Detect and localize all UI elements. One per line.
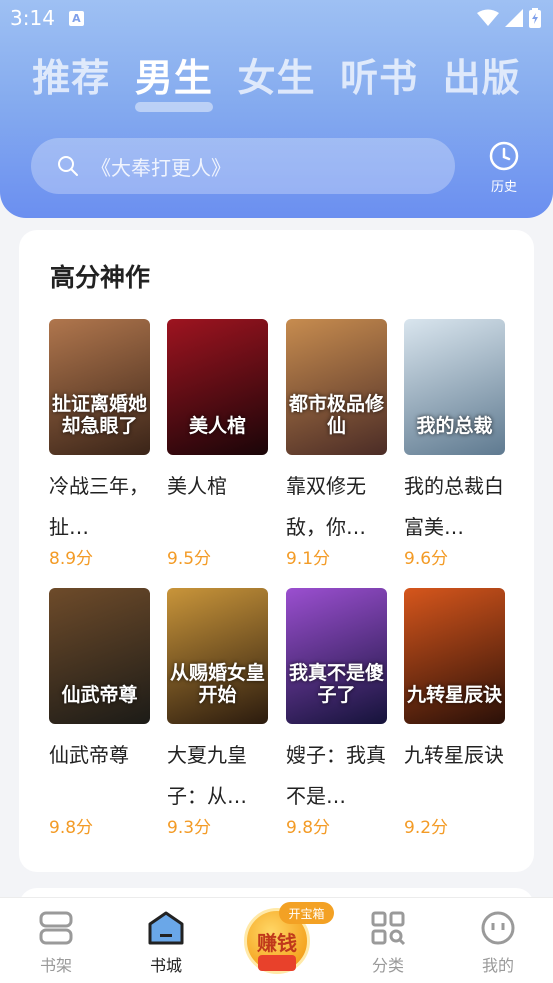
category-icon [371, 911, 406, 946]
book-cover[interactable]: 美人棺 [167, 319, 268, 455]
cover-title-art: 九转星辰诀 [406, 684, 502, 706]
book-title[interactable]: 美人棺 [167, 466, 268, 548]
tab-recommend[interactable]: 推荐 [32, 52, 110, 108]
history-label: 历史 [490, 180, 517, 195]
book-cover[interactable]: 我真不是傻子了 [286, 588, 387, 724]
tab-male[interactable]: 男生 [134, 52, 213, 112]
nav-category[interactable]: 分类 [348, 910, 428, 976]
treasure-badge[interactable]: 开宝箱 [279, 902, 334, 924]
book-item[interactable]: 我的总裁 我的总裁白富美… 9.6分 [404, 319, 505, 569]
active-tab-indicator [134, 102, 213, 112]
cover-title-art: 我真不是傻子了 [288, 662, 384, 706]
search-placeholder: 《大奉打更人》 [91, 155, 231, 180]
earn-label: 赚钱 [257, 930, 297, 955]
book-cover[interactable]: 扯证离婚她却急眼了 [49, 319, 150, 455]
cover-title-art: 美人棺 [188, 415, 246, 437]
book-cover[interactable]: 从赐婚女皇开始 [167, 588, 268, 724]
wifi-icon [477, 9, 499, 26]
app-notification-icon: A [68, 10, 84, 26]
status-time: 3:14 [10, 6, 55, 30]
book-cover[interactable]: 我的总裁 [404, 319, 505, 455]
nav-bookshelf[interactable]: 书架 [16, 910, 96, 976]
category-tabs: 推荐 男生 女生 听书 出版 [0, 52, 553, 112]
book-item[interactable]: 仙武帝尊 仙武帝尊 9.8分 [49, 588, 150, 838]
cover-title-art: 从赐婚女皇开始 [169, 662, 265, 706]
nav-bookstore[interactable]: 书城 [126, 910, 206, 976]
nav-label: 书架 [39, 956, 72, 975]
book-title[interactable]: 大夏九皇子：从… [167, 735, 268, 817]
book-title[interactable]: 嫂子：我真不是… [286, 735, 387, 817]
section-title: 高分神作 [50, 263, 151, 292]
book-cover[interactable]: 都市极品修仙 [286, 319, 387, 455]
high-score-section: 高分神作 扯证离婚她却急眼了 冷战三年，扯… 8.9分 美人棺 美人棺 9.5分 都市极品修… [19, 230, 534, 872]
battery-icon [529, 8, 541, 28]
book-item[interactable]: 都市极品修仙 靠双修无敌，你… 9.1分 [286, 319, 387, 569]
cover-title-art: 扯证离婚她却急眼了 [51, 393, 147, 437]
book-cover[interactable]: 九转星辰诀 [404, 588, 505, 724]
clock-icon [489, 141, 519, 171]
cover-title-art: 都市极品修仙 [288, 393, 384, 437]
nav-profile[interactable]: 我的 [458, 910, 538, 976]
book-title[interactable]: 我的总裁白富美… [404, 466, 505, 548]
status-bar: 3:14 A [0, 0, 553, 36]
signal-icon [505, 9, 523, 27]
book-score: 9.5分 [167, 549, 212, 569]
book-score: 9.8分 [49, 818, 94, 838]
search-icon [58, 156, 78, 176]
tab-audiobook[interactable]: 听书 [340, 52, 418, 108]
book-title[interactable]: 靠双修无敌，你… [286, 466, 387, 548]
book-item[interactable]: 我真不是傻子了 嫂子：我真不是… 9.8分 [286, 588, 387, 838]
tab-publish[interactable]: 出版 [443, 52, 521, 108]
book-title[interactable]: 九转星辰诀 [404, 735, 505, 817]
header: 3:14 A 推荐 男生 女生 听书 出版 《大奉打更人》 历史 [0, 0, 553, 218]
book-item[interactable]: 扯证离婚她却急眼了冷战三年，扯… 8.9分 [49, 319, 150, 569]
cover-title-art: 我的总裁 [416, 415, 493, 437]
book-score: 9.2分 [404, 818, 449, 838]
book-title[interactable]: 仙武帝尊 [49, 735, 150, 817]
book-item[interactable]: 九转星辰诀 九转星辰诀 9.2分 [404, 588, 505, 838]
history-button[interactable]: 历史 [482, 140, 526, 195]
bookstore-icon [148, 911, 184, 945]
search-input[interactable]: 《大奉打更人》 [31, 138, 455, 194]
profile-icon [481, 911, 515, 945]
book-item[interactable]: 美人棺 美人棺 9.5分 [167, 319, 268, 569]
book-title[interactable]: 冷战三年，扯… [49, 466, 150, 548]
treasure-chest-icon [258, 955, 296, 971]
book-score: 8.9分 [49, 549, 94, 569]
nav-label: 我的 [481, 956, 514, 975]
book-item[interactable]: 从赐婚女皇开始 大夏九皇子：从… 9.3分 [167, 588, 268, 838]
nav-label: 分类 [371, 956, 404, 975]
tab-female[interactable]: 女生 [237, 52, 315, 108]
book-cover[interactable]: 仙武帝尊 [49, 588, 150, 724]
bookshelf-icon [39, 911, 73, 945]
nav-label: 书城 [149, 956, 182, 975]
cover-title-art: 仙武帝尊 [61, 684, 138, 706]
